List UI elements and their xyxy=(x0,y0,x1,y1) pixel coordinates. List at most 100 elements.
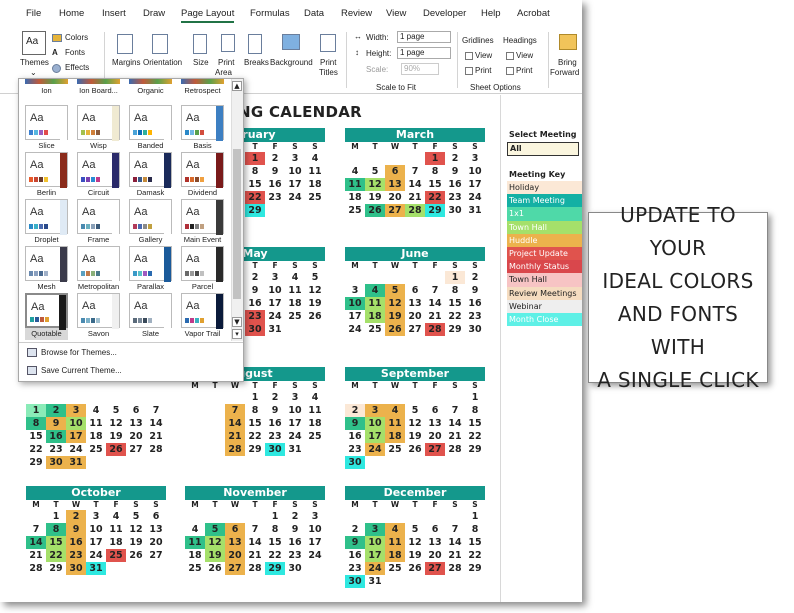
day-cell[interactable]: 31 xyxy=(66,456,86,469)
day-cell[interactable]: 28 xyxy=(445,443,465,456)
day-cell[interactable]: 5 xyxy=(305,271,325,284)
day-cell[interactable]: 8 xyxy=(46,523,66,536)
day-cell[interactable]: 11 xyxy=(106,523,126,536)
day-cell[interactable]: 16 xyxy=(465,297,485,310)
print-titles-label-1[interactable]: Print xyxy=(320,58,336,67)
day-cell[interactable]: 25 xyxy=(305,191,325,204)
scroll-up-icon[interactable]: ▲ xyxy=(232,81,242,91)
day-cell[interactable] xyxy=(66,391,86,404)
day-cell[interactable]: 11 xyxy=(385,417,405,430)
day-cell[interactable]: 4 xyxy=(86,404,106,417)
theme-tile[interactable]: Aa Quotable xyxy=(25,293,68,340)
day-cell[interactable]: 10 xyxy=(465,165,485,178)
day-cell[interactable]: 29 xyxy=(26,456,46,469)
day-cell[interactable]: 24 xyxy=(285,430,305,443)
day-cell[interactable] xyxy=(205,443,225,456)
day-cell[interactable] xyxy=(445,391,465,404)
day-cell[interactable]: 3 xyxy=(305,510,325,523)
day-cell[interactable]: 29 xyxy=(245,443,265,456)
gallery-scroll-thumb[interactable] xyxy=(233,149,241,299)
day-cell[interactable]: 26 xyxy=(405,562,425,575)
print-area-label-1[interactable]: Print xyxy=(218,58,234,67)
day-cell[interactable] xyxy=(305,323,325,336)
day-cell[interactable] xyxy=(425,391,445,404)
day-cell[interactable]: 15 xyxy=(425,178,445,191)
day-cell[interactable]: 10 xyxy=(365,417,385,430)
day-cell[interactable]: 1 xyxy=(445,271,465,284)
day-cell[interactable]: 24 xyxy=(265,310,285,323)
day-cell[interactable]: 4 xyxy=(385,404,405,417)
day-cell[interactable]: 31 xyxy=(285,443,305,456)
day-cell[interactable]: 18 xyxy=(86,430,106,443)
day-cell[interactable]: 1 xyxy=(245,152,265,165)
day-cell[interactable]: 9 xyxy=(285,523,305,536)
day-cell[interactable]: 8 xyxy=(265,523,285,536)
day-cell[interactable]: 19 xyxy=(385,310,405,323)
day-cell[interactable] xyxy=(205,391,225,404)
day-cell[interactable]: 29 xyxy=(425,204,445,217)
day-cell[interactable]: 13 xyxy=(146,523,166,536)
day-cell[interactable] xyxy=(385,510,405,523)
day-cell[interactable]: 12 xyxy=(205,536,225,549)
day-cell[interactable]: 20 xyxy=(225,549,245,562)
day-cell[interactable]: 9 xyxy=(245,284,265,297)
height-dropdown[interactable]: 1 page xyxy=(397,47,451,59)
theme-thumb-partial[interactable] xyxy=(129,79,172,84)
day-cell[interactable]: 3 xyxy=(285,152,305,165)
day-cell[interactable]: 29 xyxy=(465,443,485,456)
theme-tile[interactable]: Aa Parcel xyxy=(181,246,224,293)
day-cell[interactable]: 7 xyxy=(26,523,46,536)
scale-field[interactable]: 90% xyxy=(401,63,439,75)
day-cell[interactable]: 4 xyxy=(185,523,205,536)
day-cell[interactable]: 28 xyxy=(445,562,465,575)
day-cell[interactable]: 9 xyxy=(345,536,365,549)
day-cell[interactable]: 18 xyxy=(285,297,305,310)
day-cell[interactable]: 14 xyxy=(425,297,445,310)
day-cell[interactable]: 22 xyxy=(265,549,285,562)
day-cell[interactable]: 25 xyxy=(285,310,305,323)
day-cell[interactable]: 9 xyxy=(66,523,86,536)
select-meeting-dropdown[interactable]: All xyxy=(507,142,579,156)
day-cell[interactable] xyxy=(405,391,425,404)
day-cell[interactable]: 8 xyxy=(465,523,485,536)
day-cell[interactable]: 18 xyxy=(345,191,365,204)
day-cell[interactable]: 24 xyxy=(86,549,106,562)
day-cell[interactable] xyxy=(345,152,365,165)
menu-view[interactable]: View xyxy=(386,8,406,19)
theme-tile[interactable]: Aa Slice xyxy=(25,105,68,152)
gridlines-view-checkbox[interactable]: View xyxy=(465,51,492,60)
day-cell[interactable]: 10 xyxy=(345,297,365,310)
day-cell[interactable]: 23 xyxy=(46,443,66,456)
day-cell[interactable]: 21 xyxy=(445,549,465,562)
day-cell[interactable] xyxy=(205,430,225,443)
day-cell[interactable]: 9 xyxy=(265,404,285,417)
day-cell[interactable] xyxy=(405,575,425,588)
day-cell[interactable]: 7 xyxy=(445,523,465,536)
day-cell[interactable]: 7 xyxy=(445,404,465,417)
print-titles-label-2[interactable]: Titles xyxy=(319,68,338,77)
day-cell[interactable]: 13 xyxy=(405,297,425,310)
day-cell[interactable] xyxy=(106,391,126,404)
day-cell[interactable]: 30 xyxy=(465,323,485,336)
bring-forward-label-1[interactable]: Bring xyxy=(558,58,577,67)
day-cell[interactable]: 29 xyxy=(265,562,285,575)
day-cell[interactable]: 22 xyxy=(245,191,265,204)
day-cell[interactable]: 19 xyxy=(365,191,385,204)
save-current-theme-item[interactable]: Save Current Theme... xyxy=(27,366,122,376)
theme-tile[interactable]: Aa Savon xyxy=(77,293,120,340)
day-cell[interactable]: 10 xyxy=(285,404,305,417)
day-cell[interactable]: 10 xyxy=(86,523,106,536)
day-cell[interactable] xyxy=(185,404,205,417)
themes-button[interactable]: Themes xyxy=(20,58,49,67)
day-cell[interactable]: 23 xyxy=(345,443,365,456)
day-cell[interactable]: 14 xyxy=(405,178,425,191)
print-area-label-2[interactable]: Area xyxy=(215,68,232,77)
bring-forward-label-2[interactable]: Forward xyxy=(550,68,579,77)
theme-tile[interactable]: Aa Droplet xyxy=(25,199,68,246)
size-button[interactable]: Size xyxy=(193,58,209,67)
day-cell[interactable]: 5 xyxy=(106,404,126,417)
theme-tile[interactable]: Aa Parallax xyxy=(129,246,172,293)
day-cell[interactable]: 12 xyxy=(385,297,405,310)
day-cell[interactable]: 21 xyxy=(445,430,465,443)
day-cell[interactable]: 28 xyxy=(146,443,166,456)
